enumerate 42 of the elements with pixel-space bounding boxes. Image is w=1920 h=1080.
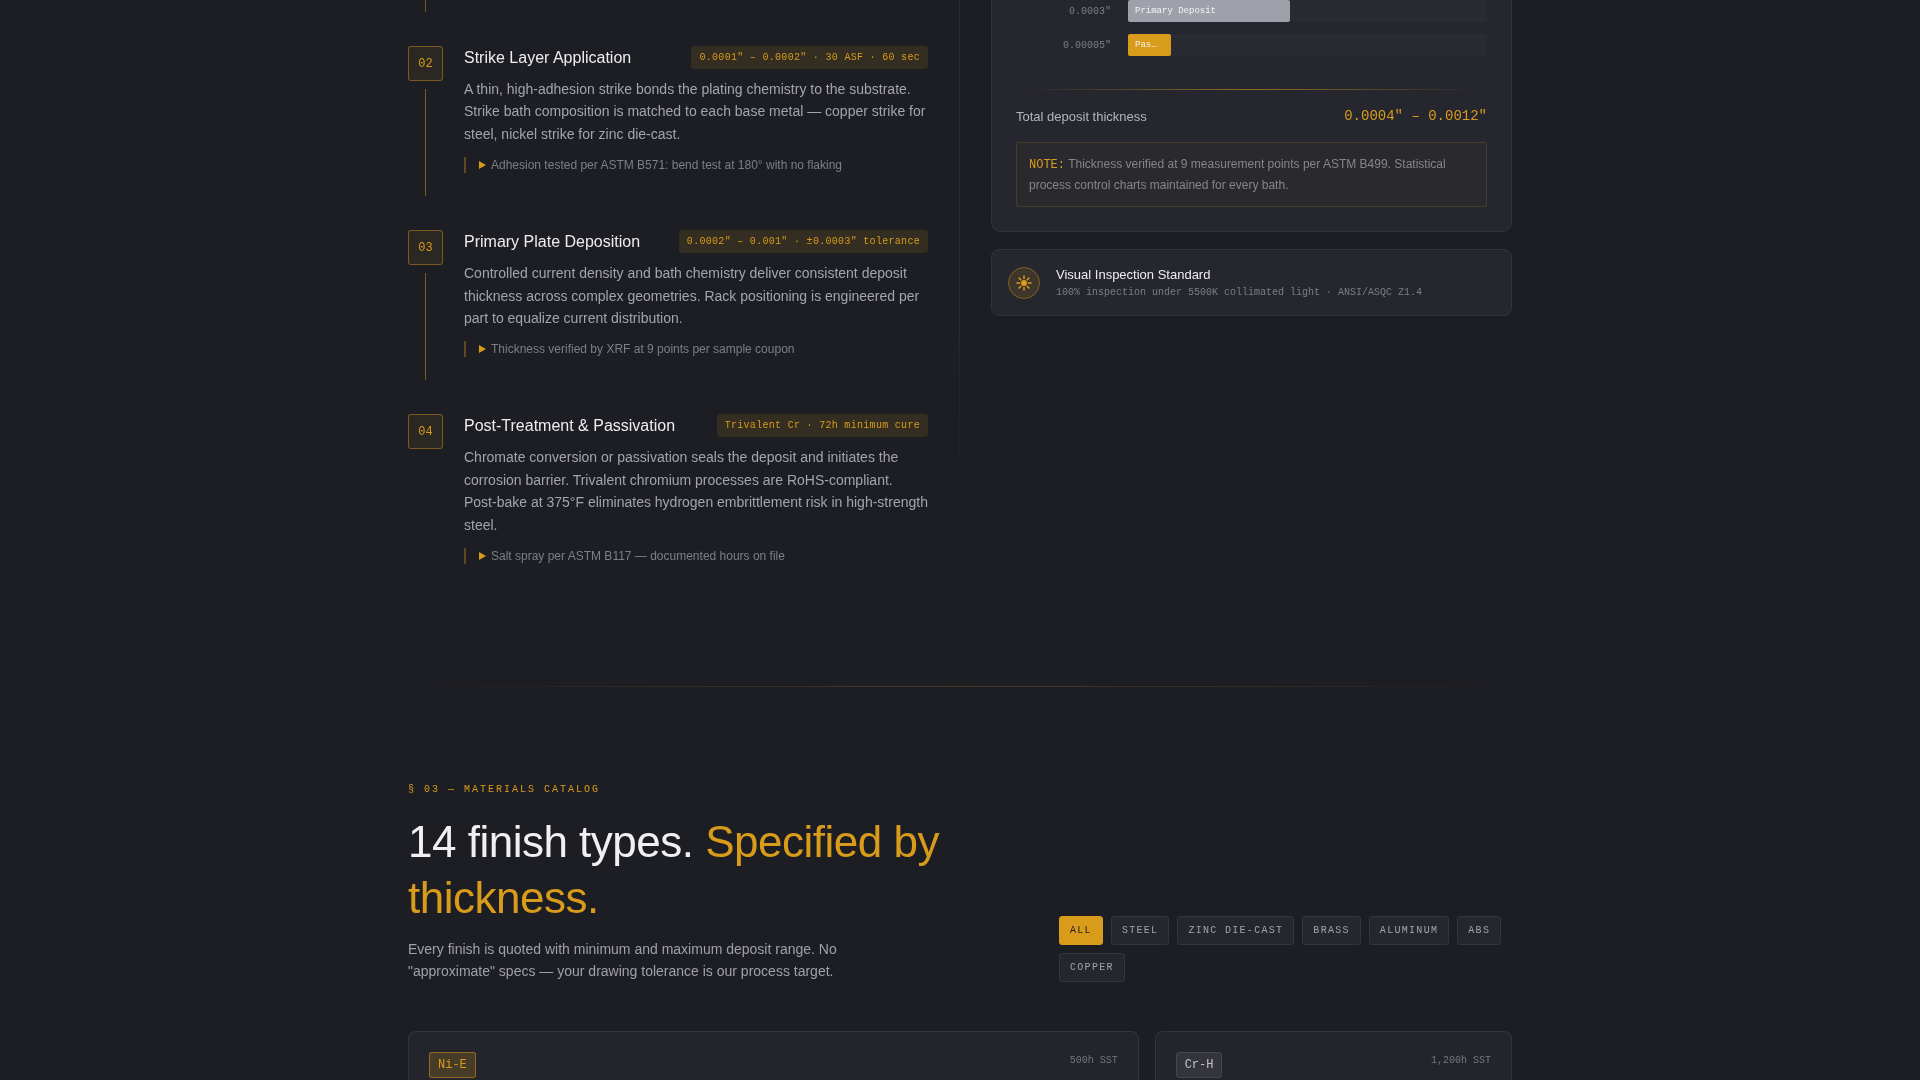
step-number: 02 bbox=[408, 46, 443, 81]
step-number: 04 bbox=[408, 414, 443, 450]
step-description: Controlled current density and bath chemistry deliver consistent deposit thickness across complex geometries. Rack positioning is engineered per part to equalize current distribution. bbox=[464, 264, 921, 329]
step-title: Post-Treatment & Passivation bbox=[464, 415, 676, 436]
triangle-icon bbox=[479, 345, 486, 354]
finish-code-tag: Cr-H bbox=[1175, 1052, 1223, 1079]
step-description: A thin, high-adhesion strike bonds the plating chemistry to the substrate. Strike bath composition is matched to each base metal — copper strike for steel, nickel strike for zinc die-cast. bbox=[464, 80, 927, 144]
spec-tag: 0.0002" – 0.001" · ±0.0003" tolerance bbox=[678, 230, 928, 254]
section-headline: 14 finish types. Specified by thickness. bbox=[408, 816, 941, 925]
finish-code-tag: Ni-E bbox=[429, 1052, 476, 1079]
filter-button[interactable]: BRASS bbox=[1302, 916, 1361, 946]
section-eyebrow: § 03 — MATERIALS CATALOG bbox=[408, 783, 601, 798]
step-note: Thickness verified by XRF at 9 points per sample coupon bbox=[491, 341, 795, 358]
step-number: 03 bbox=[408, 230, 443, 266]
filter-button[interactable]: ALUMINUM bbox=[1368, 916, 1450, 946]
step-title: Strike Layer Application bbox=[464, 47, 632, 68]
spec-tag: 0.0001" – 0.0002" · 30 ASF · 60 sec bbox=[691, 46, 928, 69]
section-description: Every finish is quoted with minimum and maximum deposit range. No "approximate" specs — your drawing tolerance is our process target. bbox=[408, 940, 838, 982]
filter-button[interactable]: ABS bbox=[1457, 916, 1502, 946]
layer-thickness: 0.00005" bbox=[1063, 39, 1111, 51]
triangle-icon bbox=[479, 161, 486, 170]
inspection-title: Visual Inspection Standard bbox=[1056, 266, 1212, 283]
filter-button[interactable]: COPPER bbox=[1059, 953, 1125, 983]
step-title: Primary Plate Deposition bbox=[464, 231, 641, 252]
filter-button[interactable]: STEEL bbox=[1110, 916, 1170, 946]
note-text: NOTE: Thickness verified at 9 measurement points per ASTM B499. Statistical process control charts maintained for every bath. bbox=[1016, 142, 1487, 207]
triangle-icon bbox=[479, 552, 486, 561]
filter-button[interactable]: ALL bbox=[1059, 916, 1103, 946]
spec-tag: Trivalent Cr · 72h minimum cure bbox=[716, 414, 928, 438]
salt-spray-rating: 1,200h SST bbox=[1431, 1055, 1491, 1067]
salt-spray-rating: 500h SST bbox=[1069, 1055, 1118, 1067]
filter-button[interactable]: ZINC DIE-CAST bbox=[1177, 916, 1295, 946]
sun-icon bbox=[1008, 266, 1040, 299]
layer-bar: Primary Deposit bbox=[1128, 0, 1290, 22]
total-value: 0.0004" – 0.0012" bbox=[1344, 108, 1487, 124]
step-note: Salt spray per ASTM B117 — documented hours on file bbox=[491, 548, 785, 565]
total-label: Total deposit thickness bbox=[1016, 108, 1147, 124]
inspection-detail: 100% inspection under 5500K collimated light · ANSI/ASQC Z1.4 bbox=[1056, 286, 1423, 299]
step-description: Chromate conversion or passivation seals the deposit and initiates the corrosion barrier. Trivalent chromium processes are RoHS-compliant. Post-bake at 375°F eliminates hydrogen embrittlement risk in high-strength steel. bbox=[464, 448, 928, 535]
layer-thickness: 0.0003" bbox=[1069, 5, 1111, 17]
step-note: Adhesion tested per ASTM B571: bend test at 180° with no flaking bbox=[491, 157, 843, 174]
layer-bar: Pas… bbox=[1128, 34, 1172, 56]
